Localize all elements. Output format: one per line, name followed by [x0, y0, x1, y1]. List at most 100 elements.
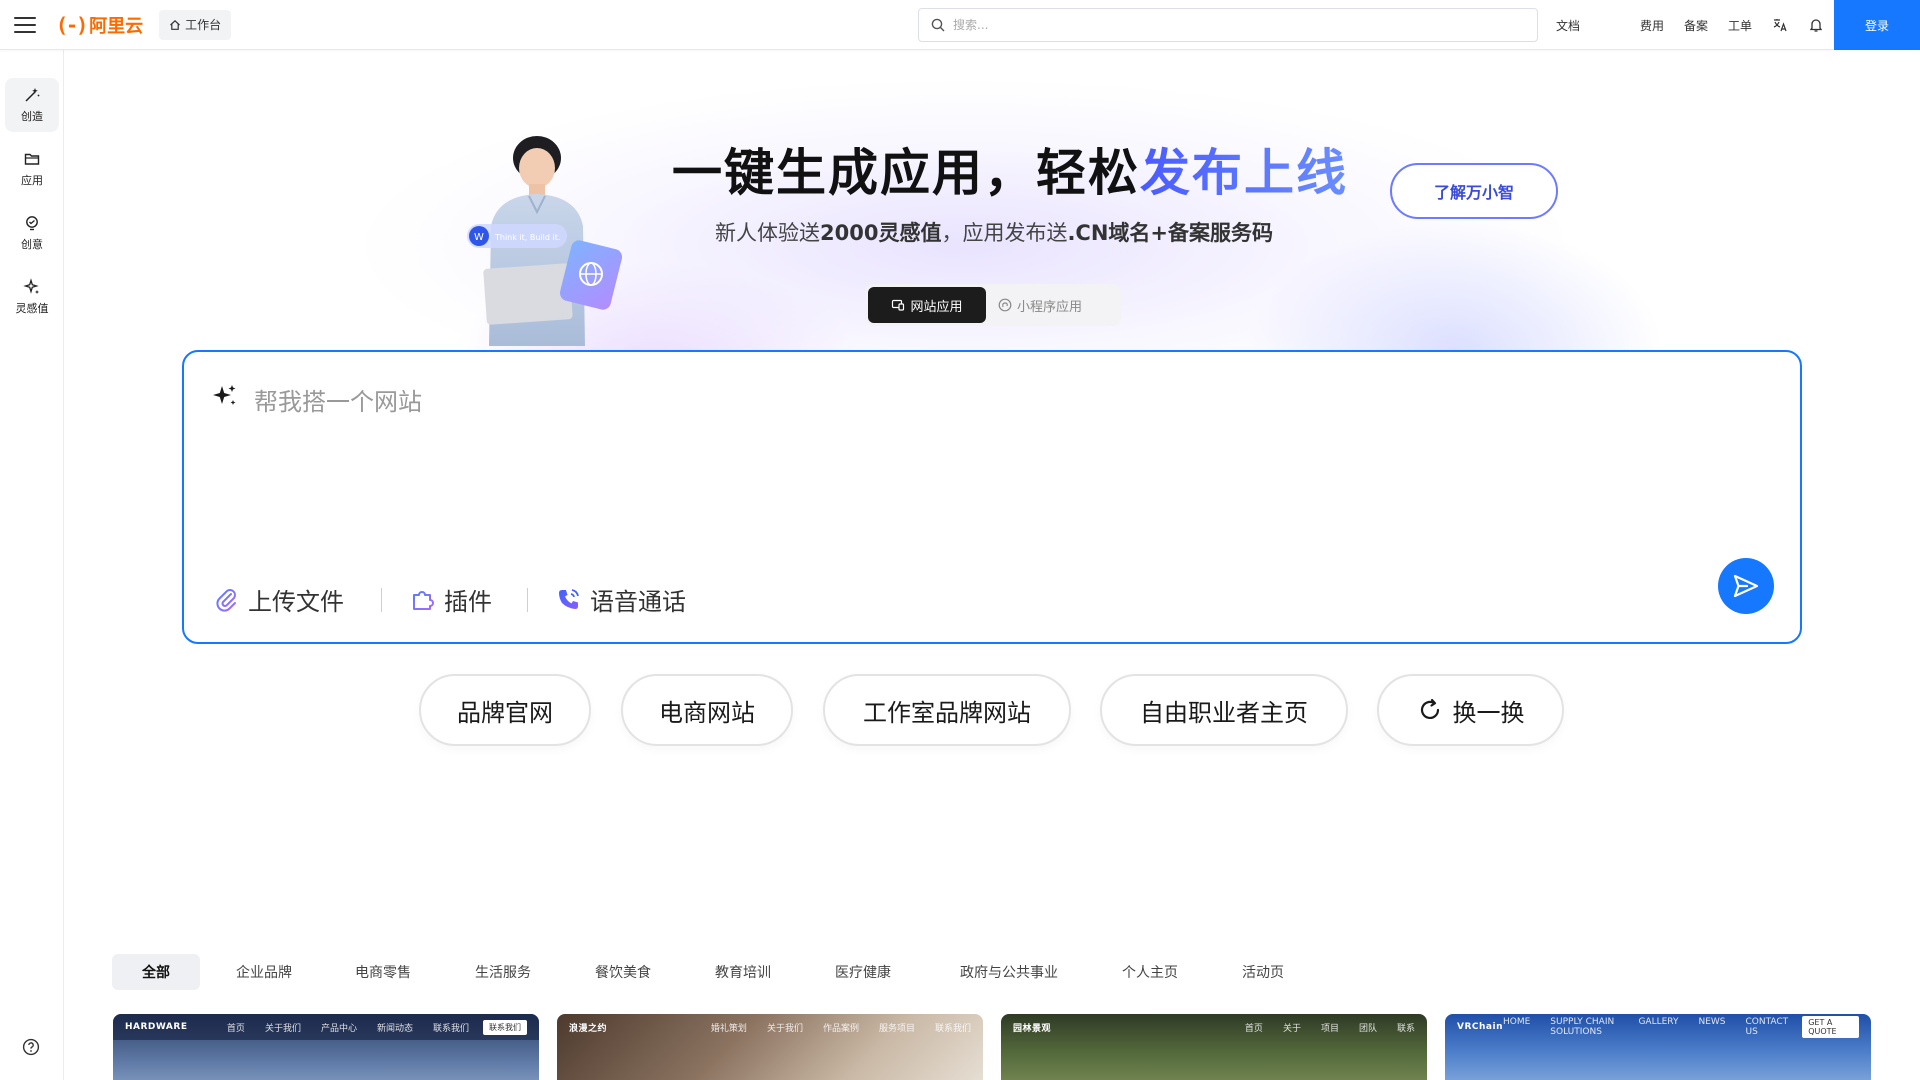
template-brand: HARDWARE: [125, 1022, 188, 1032]
category-tab[interactable]: 活动页: [1242, 954, 1284, 990]
sidebar-item-create[interactable]: 创造: [5, 78, 59, 132]
template-link: 新闻动态: [376, 1023, 413, 1034]
sidebar-item-ideas[interactable]: 创意: [5, 206, 59, 260]
help-circle-icon[interactable]: [22, 1038, 40, 1056]
sidebar-label-inspiration: 灵感值: [15, 302, 49, 315]
template-card[interactable]: VRChain HOME SUPPLY CHAIN SOLUTIONS GALL…: [1445, 1014, 1871, 1080]
template-link: 团队: [1358, 1023, 1377, 1034]
template-link: NEWS: [1698, 1017, 1726, 1027]
learn-more-button[interactable]: 了解万小智: [1390, 163, 1558, 219]
refresh-icon: [1420, 698, 1439, 719]
workbench-label: 工作台: [185, 18, 222, 32]
template-nav: 浪漫之约 婚礼策划 关于我们 作品案例 服务项目 联系我们: [557, 1014, 983, 1040]
category-tab[interactable]: 教育培训: [715, 954, 771, 990]
voice-call-label: 语音通话: [590, 588, 686, 616]
suggestion-chip[interactable]: 电商网站: [621, 674, 793, 746]
category-tab[interactable]: 餐饮美食: [595, 954, 651, 990]
template-card[interactable]: HARDWARE 首页 关于我们 产品中心 新闻动态 联系我们 联系我们: [113, 1014, 539, 1080]
template-link: 服务项目: [878, 1023, 915, 1034]
tab-website-app[interactable]: 网站应用: [868, 287, 986, 323]
template-links: HOME SUPPLY CHAIN SOLUTIONS GALLERY NEWS…: [1503, 1017, 1788, 1037]
workbench-button[interactable]: 工作台: [159, 9, 232, 40]
hero-title: 一键生成应用，轻松发布上线: [672, 133, 1348, 205]
subtitle-bold-1: 2000灵感值: [820, 221, 942, 245]
sidebar-label-create: 创造: [21, 110, 43, 123]
suggestion-chip[interactable]: 自由职业者主页: [1100, 674, 1348, 746]
suggestion-chip[interactable]: 品牌官网: [419, 674, 591, 746]
voice-call-button[interactable]: 语音通话: [556, 582, 686, 617]
subtitle-bold-2: .CN域名+备案服务码: [1067, 221, 1274, 245]
subtitle-mid: ，应用发布送: [941, 221, 1068, 245]
plugin-button[interactable]: 插件: [410, 582, 492, 617]
subtitle-pre: 新人体验送: [715, 221, 820, 245]
search-icon: [931, 18, 945, 32]
top-bar: (-) 阿里云 工作台 文档 费用 备案 工单 登录: [0, 0, 1920, 50]
nav-ticket[interactable]: 工单: [1728, 17, 1752, 34]
login-button[interactable]: 登录: [1834, 0, 1920, 50]
template-link: SUPPLY CHAIN SOLUTIONS: [1550, 1017, 1615, 1037]
refresh-button[interactable]: 换一换: [1377, 674, 1564, 746]
category-tab[interactable]: 医疗健康: [835, 954, 891, 990]
main-content: W Think it, Build it. 一键生成应用，轻松发布上线 新人体验…: [65, 51, 1920, 1080]
svg-text:W: W: [474, 232, 484, 243]
template-link: CONTACT US: [1745, 1017, 1789, 1037]
template-link: 作品案例: [822, 1023, 859, 1034]
mode-tabs: 网站应用 小程序应用: [865, 284, 1121, 326]
tool-divider: [527, 588, 528, 612]
template-card[interactable]: 园林景观 首页 关于 项目 团队 联系: [1001, 1014, 1427, 1080]
template-nav: 园林景观 首页 关于 项目 团队 联系: [1001, 1014, 1427, 1040]
send-icon: [1733, 574, 1759, 598]
send-button[interactable]: [1718, 558, 1774, 614]
magic-wand-icon: [25, 88, 40, 102]
tab-mini-program[interactable]: 小程序应用: [986, 287, 1094, 323]
home-icon: [170, 19, 181, 30]
sparkle-icon: [23, 278, 39, 294]
template-link: 联系: [1396, 1023, 1415, 1034]
prompt-input[interactable]: [254, 382, 1704, 522]
template-nav: VRChain HOME SUPPLY CHAIN SOLUTIONS GALL…: [1445, 1014, 1871, 1040]
template-card[interactable]: 浪漫之约 婚礼策划 关于我们 作品案例 服务项目 联系我们: [557, 1014, 983, 1080]
template-cta: 联系我们: [483, 1019, 527, 1035]
suggestion-chip[interactable]: 工作室品牌网站: [823, 674, 1071, 746]
sidebar-item-apps[interactable]: 应用: [5, 142, 59, 196]
sidebar-item-inspiration[interactable]: 灵感值: [5, 270, 59, 324]
template-link: 产品中心: [320, 1023, 357, 1034]
puzzle-icon: [413, 590, 434, 610]
tool-divider: [381, 588, 382, 612]
phone-icon: [559, 588, 579, 609]
ai-sparkle-icon: [213, 385, 236, 405]
template-brand: 浪漫之约: [569, 1023, 608, 1034]
template-link: 首页: [1244, 1023, 1263, 1034]
search-box[interactable]: [918, 8, 1538, 42]
bell-icon[interactable]: [1806, 15, 1826, 35]
template-nav: HARDWARE 首页 关于我们 产品中心 新闻动态 联系我们 联系我们: [113, 1014, 539, 1040]
nav-filing[interactable]: 备案: [1684, 17, 1708, 34]
category-tab[interactable]: 生活服务: [475, 954, 531, 990]
mini-program-icon: [998, 298, 1012, 312]
nav-billing[interactable]: 费用: [1640, 17, 1664, 34]
template-link: 关于: [1282, 1023, 1301, 1034]
aliyun-logo[interactable]: (-) 阿里云: [56, 12, 143, 38]
hero-illustration: W Think it, Build it.: [467, 136, 623, 346]
category-tab[interactable]: 个人主页: [1122, 954, 1178, 990]
category-tab[interactable]: 政府与公共事业: [960, 954, 1058, 990]
tab-mini-program-label: 小程序应用: [1017, 299, 1083, 315]
template-link: GALLERY: [1638, 1017, 1679, 1027]
template-links: 首页 关于 项目 团队 联系: [1245, 1021, 1415, 1034]
template-link: 婚礼策划: [710, 1023, 747, 1034]
category-tab-all[interactable]: 全部: [112, 954, 200, 990]
search-input[interactable]: [953, 18, 1513, 32]
paperclip-icon: [216, 588, 236, 612]
template-link: HOME: [1502, 1017, 1531, 1027]
hero-title-highlight: 发布上线: [1140, 144, 1348, 202]
category-tab[interactable]: 企业品牌: [236, 954, 292, 990]
prompt-box: 上传文件 插件 语音通话: [182, 350, 1802, 644]
upload-file-label: 上传文件: [248, 588, 344, 616]
lightbulb-icon: [26, 216, 38, 231]
menu-icon[interactable]: [14, 16, 36, 33]
nav-docs[interactable]: 文档: [1556, 17, 1580, 34]
upload-file-button[interactable]: 上传文件: [214, 582, 344, 617]
category-tab[interactable]: 电商零售: [355, 954, 411, 990]
website-icon: [892, 299, 905, 311]
language-icon[interactable]: [1770, 15, 1790, 35]
